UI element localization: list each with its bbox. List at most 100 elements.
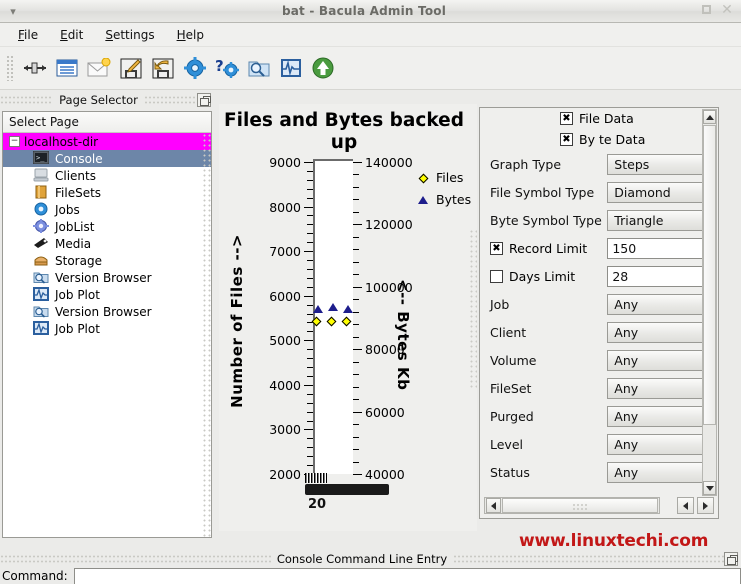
axis-tick-label: 8000	[269, 199, 301, 215]
diamond-icon	[311, 317, 322, 327]
close-window-button[interactable]: ✕	[721, 3, 733, 17]
gear-icon[interactable]	[179, 51, 211, 85]
axis-tick	[307, 188, 313, 190]
sidebar-item-jobs[interactable]: Jobs	[3, 201, 211, 218]
file-data-checkbox-row[interactable]: File Data	[480, 108, 704, 129]
record-limit-checkbox[interactable]	[490, 241, 503, 255]
axis-tick	[353, 324, 359, 326]
nav-next-button[interactable]	[697, 497, 714, 514]
jobplot-icon[interactable]	[275, 51, 307, 85]
chart-legend: Files Bytes	[415, 166, 471, 210]
axis-tick	[353, 361, 359, 363]
connect-icon[interactable]	[19, 51, 51, 85]
graph-type-select[interactable]: Steps	[607, 153, 704, 175]
toolbar-grip[interactable]	[6, 55, 14, 81]
expand-collapse-icon[interactable]: −	[9, 136, 20, 147]
sidebar-item-version-browser-1[interactable]: Version Browser	[3, 269, 211, 286]
axis-tick	[304, 206, 313, 208]
scroll-left-button[interactable]	[486, 498, 501, 513]
tree-scrollbar[interactable]	[202, 133, 211, 537]
sidebar-item-label: Job Plot	[55, 287, 100, 302]
byte-data-checkbox[interactable]	[560, 133, 573, 146]
tree-root-localhost-dir[interactable]: − localhost-dir	[3, 133, 211, 150]
chart-x-axis	[305, 484, 389, 495]
help-gear-icon[interactable]: ?	[211, 51, 243, 85]
command-input[interactable]	[73, 568, 741, 584]
list-icon[interactable]	[51, 51, 83, 85]
mail-icon[interactable]	[83, 51, 115, 85]
page-tree[interactable]: − localhost-dir >_ Console Clients FileS…	[3, 133, 211, 537]
axis-tick-label: 5000	[269, 333, 301, 349]
file-symbol-type-label: File Symbol Type	[490, 184, 595, 200]
client-filter-row: Client Any	[480, 318, 704, 346]
axis-tick	[353, 261, 359, 263]
volume-select[interactable]: Any	[607, 349, 704, 371]
sidebar-item-filesets[interactable]: FileSets	[3, 184, 211, 201]
fileset-select[interactable]: Any	[607, 377, 704, 399]
client-select[interactable]: Any	[607, 321, 704, 343]
axis-tick	[353, 286, 362, 288]
controls-vertical-scrollbar[interactable]	[702, 109, 717, 496]
restore-window-button[interactable]	[702, 5, 714, 17]
graph-type-row: Graph Type Steps	[480, 150, 704, 178]
status-label: Status	[490, 464, 530, 480]
days-limit-checkbox[interactable]	[490, 269, 503, 283]
sidebar-item-storage[interactable]: Storage	[3, 252, 211, 269]
page-selector-dock-title: Page Selector	[59, 92, 138, 107]
file-data-checkbox[interactable]	[560, 112, 573, 125]
dock-grip-left	[0, 94, 54, 105]
byte-symbol-type-select[interactable]: Triangle	[607, 209, 704, 231]
chart-splitter-grip[interactable]	[469, 229, 477, 389]
purged-select[interactable]: Any	[607, 405, 704, 427]
sidebar-item-job-plot-1[interactable]: Job Plot	[3, 286, 211, 303]
controls-horizontal-scrollbar[interactable]	[484, 497, 660, 514]
sidebar-item-console[interactable]: >_ Console	[3, 150, 211, 167]
byte-symbol-type-label: Byte Symbol Type	[490, 212, 602, 228]
menu-edit[interactable]: Edit	[51, 25, 92, 45]
diamond-icon	[341, 317, 352, 327]
file-symbol-type-row: File Symbol Type Diamond	[480, 178, 704, 206]
level-select[interactable]: Any	[607, 433, 704, 455]
days-limit-input[interactable]: 28	[607, 265, 704, 287]
hscroll-thumb[interactable]	[502, 498, 658, 513]
axis-tick	[307, 197, 313, 199]
window-menu-icon[interactable]: ▾	[0, 5, 26, 18]
scroll-down-button[interactable]	[703, 481, 716, 495]
axis-tick	[353, 449, 359, 451]
status-select[interactable]: Any	[607, 461, 704, 483]
up-arrow-icon[interactable]	[307, 51, 339, 85]
graph-type-label: Graph Type	[490, 156, 562, 172]
axis-tick	[307, 465, 313, 467]
nav-prev-button[interactable]	[677, 497, 694, 514]
save-undo-icon[interactable]	[147, 51, 179, 85]
axis-tick	[307, 268, 313, 270]
axis-tick	[307, 447, 313, 449]
version-browser-icon	[33, 304, 50, 319]
sidebar-item-media[interactable]: Media	[3, 235, 211, 252]
job-plot-icon	[33, 321, 50, 336]
sidebar-item-clients[interactable]: Clients	[3, 167, 211, 184]
browse-icon[interactable]	[243, 51, 275, 85]
scroll-thumb[interactable]	[703, 125, 716, 425]
float-console-dock-icon[interactable]	[724, 552, 739, 566]
save-edit-icon[interactable]	[115, 51, 147, 85]
sidebar-item-job-plot-2[interactable]: Job Plot	[3, 320, 211, 337]
axis-tick	[353, 386, 359, 388]
axis-tick	[307, 411, 313, 413]
scroll-up-button[interactable]	[703, 110, 716, 124]
menu-settings[interactable]: Settings	[96, 25, 163, 45]
menu-help[interactable]: Help	[168, 25, 213, 45]
axis-tick	[307, 393, 313, 395]
float-dock-icon[interactable]	[197, 92, 211, 107]
legend-label: Bytes	[436, 191, 472, 207]
file-symbol-type-select[interactable]: Diamond	[607, 181, 704, 203]
sidebar-item-joblist[interactable]: JobList	[3, 218, 211, 235]
axis-tick	[307, 456, 313, 458]
chart-xlabel: 20	[307, 497, 327, 512]
sidebar-item-version-browser-2[interactable]: Version Browser	[3, 303, 211, 320]
job-select[interactable]: Any	[607, 293, 704, 315]
byte-data-checkbox-row[interactable]: By te Data	[480, 129, 704, 150]
record-limit-input[interactable]: 150	[607, 237, 704, 259]
controls-scroll-area: File Data By te Data Graph Type Steps Fi…	[480, 108, 704, 496]
menu-file[interactable]: File	[9, 25, 47, 45]
